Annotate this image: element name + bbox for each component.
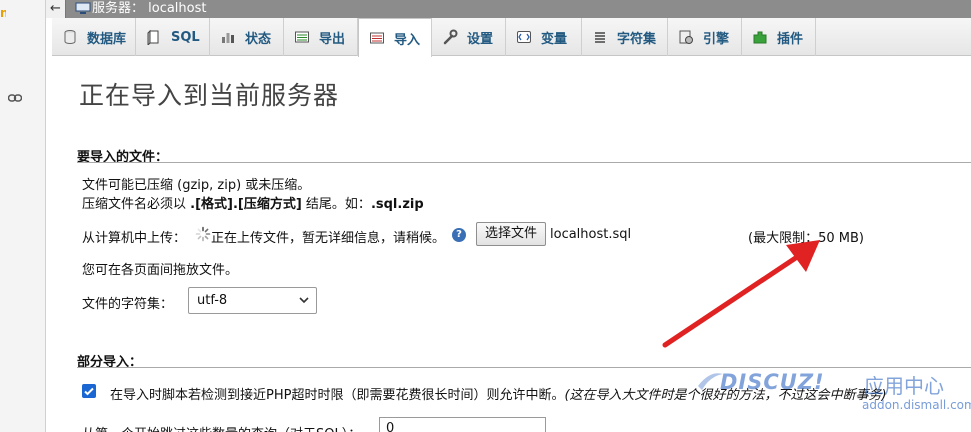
help-icon[interactable]: ? xyxy=(452,228,466,242)
database-icon xyxy=(64,30,76,45)
plugin-icon xyxy=(753,31,767,44)
tab-label: 状态 xyxy=(245,31,272,47)
section-divider xyxy=(77,162,971,163)
selected-file-name: localhost.sql xyxy=(550,227,632,242)
watermark-url: addon.dismall.com xyxy=(862,398,971,412)
tab-engines[interactable]: 引擎 xyxy=(668,18,742,56)
tab-label: 数据库 xyxy=(87,31,127,47)
link-icon[interactable] xyxy=(8,94,22,102)
format-note-prefix: 压缩文件名必须以 xyxy=(82,197,191,212)
engine-icon xyxy=(679,30,693,44)
wrench-icon xyxy=(443,29,458,45)
tab-databases[interactable]: 数据库 xyxy=(52,18,136,56)
server-breadcrumb-bar: ← 服务器： localhost xyxy=(46,0,971,18)
tab-label: 设置 xyxy=(467,31,494,47)
tab-settings[interactable]: 设置 xyxy=(432,18,506,56)
tab-charsets[interactable]: 字符集 xyxy=(582,18,668,56)
charset-label: 文件的字符集： xyxy=(82,297,174,312)
server-breadcrumb[interactable]: 服务器： localhost xyxy=(92,0,207,18)
charset-selected-value: utf-8 xyxy=(197,293,228,308)
logo-fragment: n xyxy=(0,6,6,20)
checkmark-icon xyxy=(84,387,94,396)
watermark-title: 应用中心 xyxy=(864,374,944,398)
upload-label: 从计算机中上传： xyxy=(82,231,187,246)
sql-icon xyxy=(147,29,159,45)
tab-export[interactable]: 导出 xyxy=(284,18,358,56)
compression-note: 文件可能已压缩 (gzip, zip) 或未压缩。 xyxy=(82,178,311,193)
collapse-nav-button[interactable]: ← xyxy=(46,0,66,18)
main-tab-bar: 数据库 SQL 状态 导出 导入 设置 变量 字符集 引擎 插件 xyxy=(52,18,971,57)
max-size-limit: (最大限制：50 MB) xyxy=(748,231,864,246)
import-icon xyxy=(370,32,384,44)
page-title: 正在导入到当前服务器 xyxy=(79,81,340,110)
tab-status[interactable]: 状态 xyxy=(210,18,284,56)
charset-icon xyxy=(595,32,605,43)
choose-file-button[interactable]: 选择文件 xyxy=(476,222,546,246)
tab-label: SQL xyxy=(171,29,200,45)
tab-label: 导入 xyxy=(394,32,421,48)
export-icon xyxy=(295,31,309,43)
tab-label: 变量 xyxy=(541,31,568,47)
watermark-logo: DISCUZ! xyxy=(720,370,825,394)
format-note-mid: 结尾。如： xyxy=(301,197,371,212)
tab-label: 导出 xyxy=(319,31,346,47)
skip-queries-label: 从第一个开始跳过这些数量的查询（对于SQL）： xyxy=(82,423,361,432)
tab-plugins[interactable]: 插件 xyxy=(742,18,816,56)
charset-select[interactable]: utf-8 xyxy=(188,287,317,314)
watermark: DISCUZ! 应用中心 addon.dismall.com xyxy=(696,366,971,416)
allow-interrupt-text: 在导入时脚本若检测到接近PHP超时时限（即需要花费很长时间）则允许中断。 xyxy=(110,388,565,403)
chevron-down-icon xyxy=(299,297,309,304)
allow-interrupt-checkbox[interactable] xyxy=(82,384,96,398)
tab-import[interactable]: 导入 xyxy=(358,18,432,57)
tab-variables[interactable]: 变量 xyxy=(506,18,582,56)
drag-drop-hint: 您可在各页面间拖放文件。 xyxy=(82,263,239,278)
compression-format-note: 压缩文件名必须以 .[格式].[压缩方式] 结尾。如：.sql.zip xyxy=(82,193,424,212)
loading-spinner-icon xyxy=(195,226,211,242)
tab-label: 字符集 xyxy=(617,31,657,47)
skip-queries-input[interactable]: 0 xyxy=(379,417,546,432)
format-pattern: .[格式].[压缩方式] xyxy=(190,197,302,212)
server-icon xyxy=(75,2,91,14)
upload-status-text: 正在上传文件，暂无详细信息，请稍候。 xyxy=(211,231,446,246)
tab-sql[interactable]: SQL xyxy=(136,18,210,56)
tab-label: 引擎 xyxy=(703,31,730,47)
status-icon xyxy=(222,33,234,43)
tab-label: 插件 xyxy=(777,31,804,47)
navigation-pane: n xyxy=(0,0,46,432)
variables-icon xyxy=(517,31,531,43)
format-example: .sql.zip xyxy=(370,197,424,212)
